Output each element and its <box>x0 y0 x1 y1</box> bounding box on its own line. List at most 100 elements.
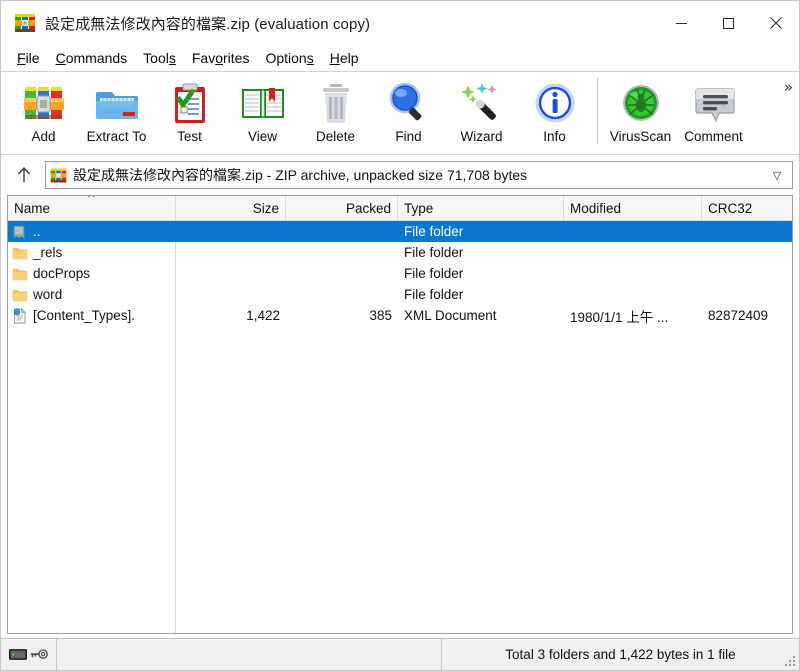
toolbar-button-comment[interactable]: Comment <box>677 72 750 150</box>
toolbar-button-find[interactable]: Find <box>372 72 445 150</box>
cell-text-name: _rels <box>33 245 63 260</box>
view-book-icon <box>241 88 284 118</box>
toolbar-overflow-button[interactable]: » <box>784 78 793 96</box>
column-header-row: Name ^ Size Packed Type Modified CRC32 <box>8 196 792 221</box>
column-label-type: Type <box>404 200 434 216</box>
toolbar-button-extract-to[interactable]: Extract To <box>80 72 153 150</box>
column-header-modified[interactable]: Modified <box>564 196 702 220</box>
status-total-pane: Total 3 folders and 1,422 bytes in 1 fil… <box>505 647 736 662</box>
find-magnifier-icon <box>389 82 421 121</box>
archive-path-field[interactable]: 設定成無法修改內容的檔案.zip - ZIP archive, unpacked… <box>45 161 793 189</box>
cell-text-name: word <box>33 287 63 302</box>
cell-packed: 385 <box>369 308 392 323</box>
table-row[interactable]: [Content_Types]. 1,422 385 XML Document … <box>8 305 792 326</box>
cell-type: File folder <box>404 224 464 239</box>
menu-favorites[interactable]: Favorites <box>184 48 258 68</box>
toolbar-label-add: Add <box>31 129 56 144</box>
column-header-type[interactable]: Type <box>398 196 564 220</box>
table-row[interactable]: docProps File folder <box>8 263 792 284</box>
parent-folder-icon <box>13 225 25 239</box>
cell-text-name: [Content_Types]. <box>33 308 136 323</box>
table-row[interactable]: word File folder <box>8 284 792 305</box>
toolbar-separator <box>597 78 598 144</box>
folder-icon <box>12 268 28 280</box>
cell-name: word <box>8 287 176 303</box>
maximize-button[interactable] <box>705 1 752 45</box>
column-header-crc32[interactable]: CRC32 <box>702 196 792 220</box>
toolbar-label-virusscan: VirusScan <box>609 129 672 144</box>
table-row[interactable]: _rels File folder <box>8 242 792 263</box>
toolbar-label-wizard: Wizard <box>460 129 503 144</box>
cell-name: _rels <box>8 245 176 261</box>
winrar-books-icon <box>14 12 36 34</box>
winrar-window: 設定成無法修改內容的檔案.zip (evaluation copy) File … <box>0 0 800 671</box>
toolbar-button-wizard[interactable]: Wizard <box>445 72 518 150</box>
test-clipboard-icon <box>174 83 205 123</box>
add-books-icon <box>23 87 64 119</box>
status-message-pane <box>57 639 442 670</box>
cell-name: docProps <box>8 266 176 282</box>
menu-options[interactable]: Options <box>257 48 321 68</box>
status-bar: Total 3 folders and 1,422 bytes in 1 fil… <box>1 638 799 670</box>
toolbar-label-comment: Comment <box>684 129 743 144</box>
key-icon[interactable] <box>30 647 48 662</box>
menu-commands[interactable]: Commands <box>48 48 136 68</box>
menu-tools[interactable]: Tools <box>135 48 184 68</box>
toolbar-label-test: Test <box>177 129 202 144</box>
toolbar-button-virusscan[interactable]: VirusScan <box>604 72 677 150</box>
cell-type: File folder <box>404 245 464 260</box>
up-one-level-button[interactable] <box>7 159 41 191</box>
cell-type: File folder <box>404 266 464 281</box>
toolbar-label-find: Find <box>395 129 422 144</box>
cell-size: 1,422 <box>246 308 280 323</box>
wizard-wand-icon <box>460 83 496 120</box>
toolbar: Add Extract To Test View Delete Find Wiz… <box>1 71 799 155</box>
folder-icon <box>12 247 28 259</box>
column-header-size[interactable]: Size <box>176 196 286 220</box>
title-bar: 設定成無法修改內容的檔案.zip (evaluation copy) <box>1 1 799 45</box>
column-label-packed: Packed <box>345 200 391 216</box>
menu-file[interactable]: File <box>9 48 48 68</box>
disk-drive-icon[interactable] <box>9 647 27 662</box>
menu-bar: File Commands Tools Favorites Options He… <box>1 45 799 71</box>
toolbar-button-delete[interactable]: Delete <box>299 72 372 150</box>
cell-modified: 1980/1/1 上午 ... <box>570 309 669 325</box>
toolbar-button-info[interactable]: Info <box>518 72 591 150</box>
cell-text-name: docProps <box>33 266 91 281</box>
window-title: 設定成無法修改內容的檔案.zip (evaluation copy) <box>45 15 371 33</box>
column-label-name: Name <box>14 200 51 216</box>
file-rows: .. File folder _rels File folder docProp… <box>8 221 792 633</box>
column-header-packed[interactable]: Packed <box>286 196 398 220</box>
resize-grip-icon[interactable] <box>784 655 796 667</box>
folder-icon <box>12 289 28 301</box>
cell-type: XML Document <box>404 308 497 323</box>
up-arrow-icon <box>17 166 31 182</box>
close-button[interactable] <box>752 1 799 45</box>
toolbar-button-test[interactable]: Test <box>153 72 226 150</box>
toolbar-label-info: Info <box>543 129 566 144</box>
cell-name: .. <box>8 224 176 240</box>
column-header-name[interactable]: Name ^ <box>8 196 176 220</box>
minimize-button[interactable] <box>658 1 705 45</box>
sort-ascending-icon: ^ <box>86 196 97 205</box>
menu-help[interactable]: Help <box>322 48 367 68</box>
cell-text-name: .. <box>33 224 41 239</box>
status-icon-pane <box>1 639 57 670</box>
virusscan-bug-icon <box>622 85 659 121</box>
address-bar: 設定成無法修改內容的檔案.zip - ZIP archive, unpacked… <box>1 155 799 195</box>
column-label-modified: Modified <box>570 200 622 216</box>
cell-name: [Content_Types]. <box>8 307 176 324</box>
cell-type: File folder <box>404 287 464 302</box>
column-label-crc32: CRC32 <box>708 200 753 216</box>
info-circle-icon <box>535 83 574 123</box>
toolbar-button-add[interactable]: Add <box>7 72 80 150</box>
toolbar-button-view[interactable]: View <box>226 72 299 150</box>
table-row[interactable]: .. File folder <box>8 221 792 242</box>
column-label-size: Size <box>252 200 279 216</box>
delete-trash-icon <box>322 84 349 123</box>
extract-folder-icon <box>95 92 138 119</box>
window-controls <box>658 1 799 45</box>
xml-document-icon <box>13 307 26 323</box>
file-list-panel: Name ^ Size Packed Type Modified CRC32 .… <box>7 195 793 634</box>
chevron-down-icon[interactable]: ▽ <box>766 169 788 182</box>
